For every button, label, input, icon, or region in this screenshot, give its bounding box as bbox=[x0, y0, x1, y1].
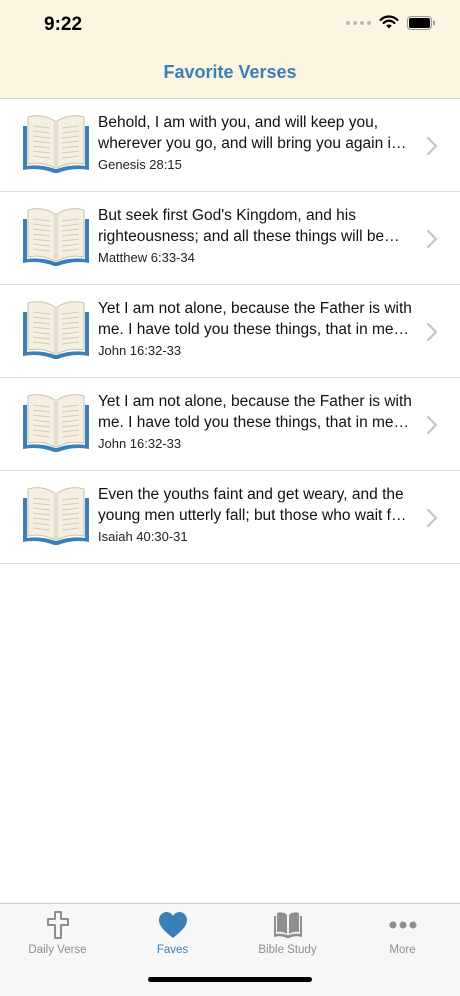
verse-text: Behold, I am with you, and will keep you… bbox=[98, 114, 413, 152]
chevron-right-icon bbox=[426, 136, 438, 156]
favorites-list: Behold, I am with you, and will keep you… bbox=[0, 99, 460, 564]
navigation-bar: Favorite Verses bbox=[0, 50, 460, 99]
tab-label: More bbox=[389, 944, 416, 956]
open-book-icon bbox=[23, 394, 89, 452]
status-icons bbox=[346, 15, 436, 30]
tab-daily-verse[interactable]: Daily Verse bbox=[0, 904, 115, 974]
tab-more[interactable]: More bbox=[345, 904, 460, 974]
verse-reference: John 16:32-33 bbox=[98, 343, 182, 358]
page-title: Favorite Verses bbox=[163, 62, 297, 82]
open-book-icon bbox=[23, 115, 89, 173]
verse-text: But seek first God's Kingdom, and his ri… bbox=[98, 207, 385, 245]
verse-text: Yet I am not alone, because the Father i… bbox=[98, 300, 412, 338]
heart-icon bbox=[158, 912, 187, 938]
tab-bar: Daily Verse Faves Bible Study More bbox=[0, 903, 460, 996]
signal-icon bbox=[346, 20, 371, 25]
status-time: 9:22 bbox=[44, 14, 83, 35]
chevron-right-icon bbox=[426, 229, 438, 249]
chevron-right-icon bbox=[426, 508, 438, 528]
home-indicator bbox=[148, 977, 312, 982]
verse-reference: John 16:32-33 bbox=[98, 436, 182, 451]
book-icon bbox=[273, 912, 302, 938]
chevron-right-icon bbox=[426, 415, 438, 435]
verse-reference: Matthew 6:33-34 bbox=[98, 250, 195, 265]
battery-icon bbox=[407, 15, 435, 30]
open-book-icon bbox=[23, 487, 89, 545]
list-item[interactable]: Yet I am not alone, because the Father i… bbox=[0, 378, 460, 471]
more-icon bbox=[389, 921, 416, 929]
verse-reference: Genesis 28:15 bbox=[98, 157, 182, 172]
wifi-icon bbox=[379, 15, 399, 29]
chevron-right-icon bbox=[426, 322, 438, 342]
list-item[interactable]: Even the youths faint and get weary, and… bbox=[0, 471, 460, 564]
tab-label: Faves bbox=[156, 944, 189, 956]
open-book-icon bbox=[23, 208, 89, 266]
status-bar: 9:22 bbox=[0, 0, 460, 50]
tab-label: Daily Verse bbox=[28, 944, 87, 956]
list-item[interactable]: Yet I am not alone, because the Father i… bbox=[0, 285, 460, 378]
list-item[interactable]: Behold, I am with you, and will keep you… bbox=[0, 99, 460, 192]
tab-faves[interactable]: Faves bbox=[115, 904, 230, 974]
verse-text: Yet I am not alone, because the Father i… bbox=[98, 393, 412, 431]
tab-label: Bible Study bbox=[258, 944, 317, 956]
open-book-icon bbox=[23, 301, 89, 359]
verse-reference: Isaiah 40:30-31 bbox=[98, 529, 188, 544]
verse-text: Even the youths faint and get weary, and… bbox=[98, 486, 405, 524]
tab-bible-study[interactable]: Bible Study bbox=[230, 904, 345, 974]
cross-icon bbox=[46, 911, 69, 939]
list-item[interactable]: But seek first God's Kingdom, and his ri… bbox=[0, 192, 460, 285]
